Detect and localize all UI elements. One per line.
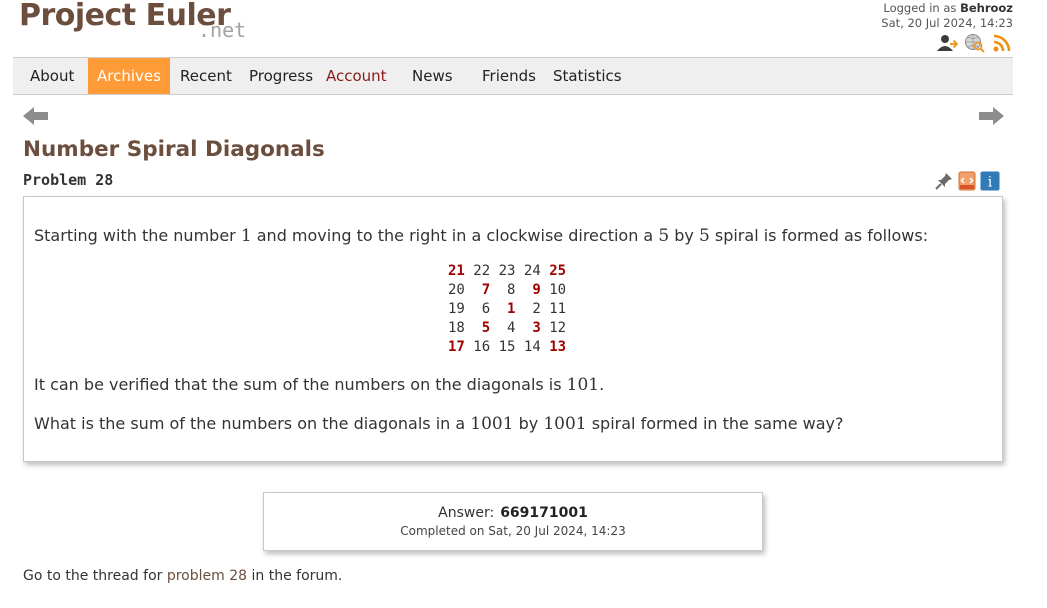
spiral-cell: 5: [473, 320, 491, 336]
answer-box: Answer: 669171001 Completed on Sat, 20 Ju…: [263, 492, 763, 551]
rss-feed-icon[interactable]: [992, 33, 1014, 53]
spiral-row: 20 7 8 9 10: [448, 281, 566, 300]
spiral-cell: 2: [523, 301, 541, 317]
login-datetime: Sat, 20 Jul 2024, 14:23: [881, 16, 1013, 30]
spiral-cell: 10: [549, 282, 567, 298]
spiral-row: 19 6 1 2 11: [448, 300, 566, 319]
next-problem-arrow-icon[interactable]: [977, 105, 1005, 127]
spiral-row: 17 16 15 14 13: [448, 338, 566, 357]
problem-content: Starting with the number 1 and moving to…: [23, 196, 1003, 462]
info-icon[interactable]: i: [980, 171, 1000, 195]
username[interactable]: Behrooz: [960, 1, 1013, 15]
nav-archives[interactable]: Archives: [88, 58, 170, 94]
spiral-cell: 6: [473, 301, 491, 317]
nav-statistics[interactable]: Statistics: [544, 58, 631, 94]
spiral-cell: 1: [498, 301, 516, 317]
nav-about[interactable]: About: [21, 58, 83, 94]
forum-thread-link[interactable]: problem 28: [167, 568, 247, 584]
spiral-cell: 18: [448, 320, 465, 336]
spiral-cell: 12: [549, 320, 567, 336]
spiral-row: 18 5 4 3 12: [448, 319, 566, 338]
login-prefix: Logged in as: [883, 1, 957, 15]
problem-intro: Starting with the number 1 and moving to…: [34, 226, 929, 246]
spiral-row: 21 22 23 24 25: [448, 262, 566, 281]
problem-tools: i: [934, 171, 1000, 195]
nav-progress[interactable]: Progress: [240, 58, 322, 94]
account-icon[interactable]: [936, 33, 959, 53]
answer-value: 669171001: [500, 505, 588, 521]
html-source-icon[interactable]: [958, 171, 976, 195]
spiral-cell: 15: [498, 339, 516, 355]
spiral-cell: 4: [498, 320, 516, 336]
site-logo[interactable]: Project Euler .net: [19, 0, 246, 42]
forum-line: Go to the thread for problem 28 in the f…: [23, 568, 343, 584]
spiral-cell: 23: [498, 263, 516, 279]
completed-timestamp: Completed on Sat, 20 Jul 2024, 14:23: [400, 524, 626, 538]
spiral-cell: 17: [448, 339, 465, 355]
spiral-cell: 20: [448, 282, 465, 298]
nav-recent[interactable]: Recent: [171, 58, 241, 94]
nav-news[interactable]: News: [403, 58, 462, 94]
spiral-cell: 22: [473, 263, 491, 279]
spiral-cell: 3: [523, 320, 541, 336]
pin-icon[interactable]: [934, 171, 954, 195]
svg-text:i: i: [988, 175, 993, 191]
globe-search-icon[interactable]: [964, 33, 986, 53]
number-spiral: 21 22 23 24 25 20 7 8 9 10 19 6 1 2 11 18 5…: [448, 262, 566, 357]
problem-question: What is the sum of the numbers on the di…: [34, 414, 844, 434]
spiral-cell: 21: [448, 263, 465, 279]
spiral-cell: 25: [549, 263, 567, 279]
spiral-cell: 16: [473, 339, 491, 355]
problem-title: Number Spiral Diagonals: [23, 137, 325, 162]
problem-verification: It can be verified that the sum of the n…: [34, 375, 605, 395]
login-info: Logged in as Behrooz Sat, 20 Jul 2024, 1…: [881, 1, 1013, 31]
spiral-cell: 24: [523, 263, 541, 279]
spiral-cell: 11: [549, 301, 567, 317]
logo-suffix: .net: [198, 18, 247, 42]
spiral-cell: 7: [473, 282, 491, 298]
problem-number: Problem 28: [23, 171, 114, 189]
main-nav: About Archives Recent Progress Account N…: [13, 57, 1013, 95]
previous-problem-arrow-icon[interactable]: [22, 105, 50, 127]
spiral-cell: 9: [523, 282, 541, 298]
spiral-cell: 13: [549, 339, 567, 355]
spiral-cell: 14: [523, 339, 541, 355]
spiral-cell: 19: [448, 301, 465, 317]
nav-account[interactable]: Account: [317, 58, 396, 94]
answer-label: Answer:: [438, 505, 495, 521]
spiral-cell: 8: [498, 282, 516, 298]
header-icons: [936, 33, 1014, 53]
nav-friends[interactable]: Friends: [473, 58, 545, 94]
